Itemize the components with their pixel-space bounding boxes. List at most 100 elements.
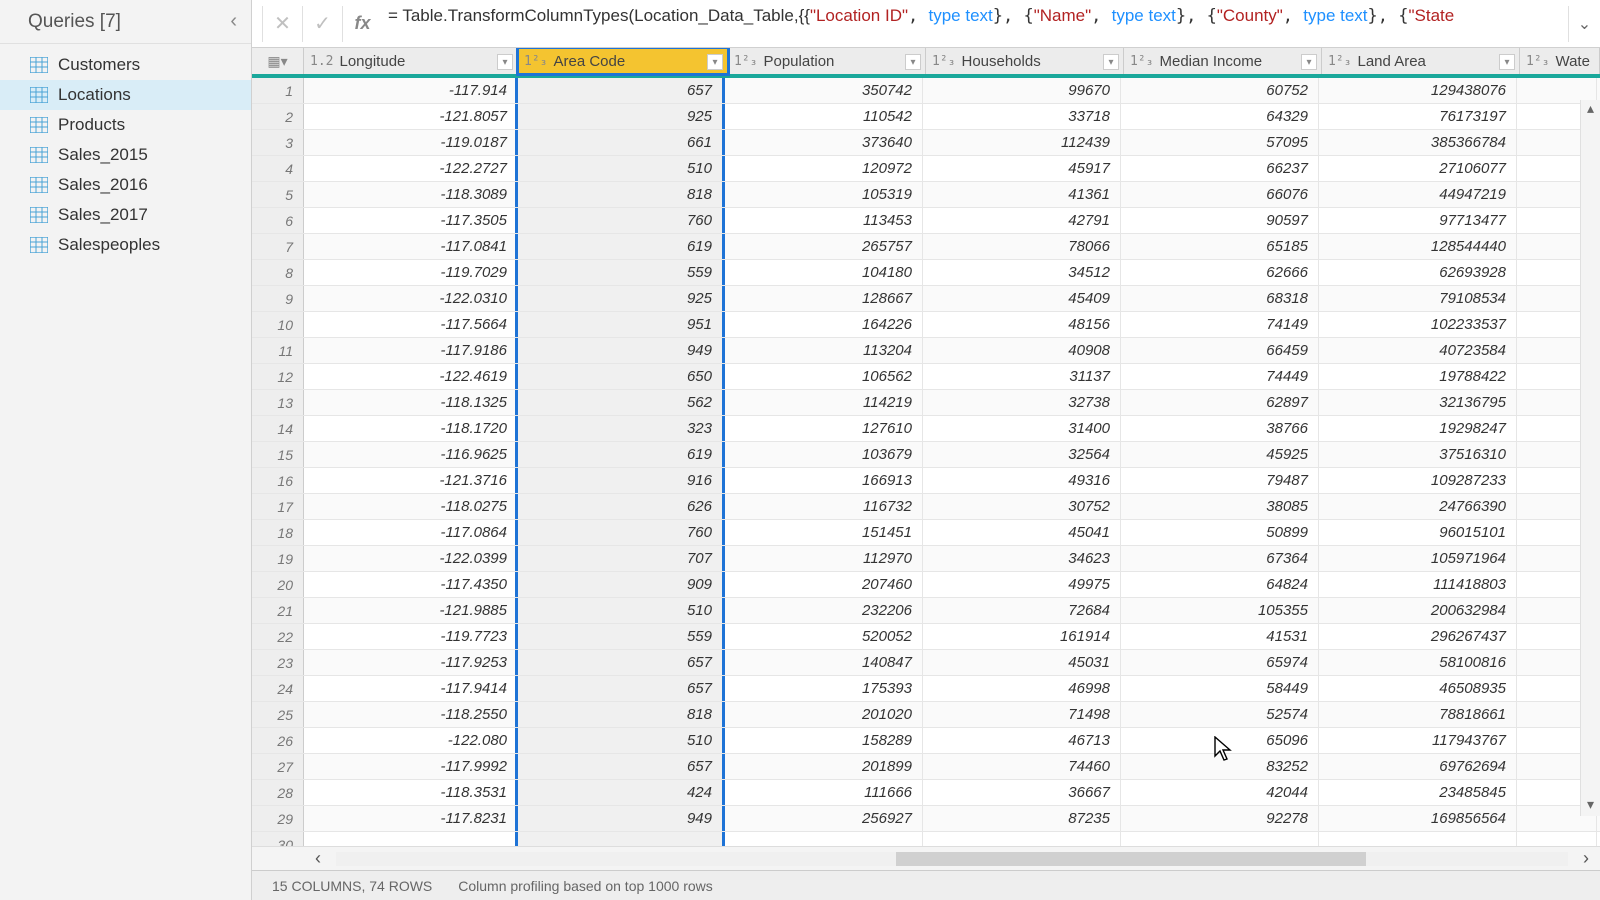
cell-median-income[interactable]: 74149	[1121, 312, 1319, 337]
table-row[interactable]: 30	[252, 832, 1600, 846]
cell-population[interactable]: 256927	[725, 806, 923, 831]
cell-longitude[interactable]: -122.0310	[304, 286, 518, 311]
cell-median-income[interactable]: 62666	[1121, 260, 1319, 285]
cell-longitude[interactable]: -117.8231	[304, 806, 518, 831]
cell-median-income[interactable]: 83252	[1121, 754, 1319, 779]
cell-households[interactable]: 74460	[923, 754, 1121, 779]
table-row[interactable]: 23-117.9253657140847450316597458100816	[252, 650, 1600, 676]
row-number[interactable]: 13	[252, 390, 304, 415]
row-number[interactable]: 10	[252, 312, 304, 337]
scroll-down-icon[interactable]: ▾	[1581, 796, 1600, 816]
cell-longitude[interactable]: -122.4619	[304, 364, 518, 389]
cell-median-income[interactable]: 60752	[1121, 78, 1319, 103]
cell-households[interactable]: 71498	[923, 702, 1121, 727]
cell-households[interactable]: 46998	[923, 676, 1121, 701]
cell-longitude[interactable]: -119.7029	[304, 260, 518, 285]
row-number[interactable]: 8	[252, 260, 304, 285]
cell-population[interactable]: 112970	[725, 546, 923, 571]
cell-longitude[interactable]: -117.914	[304, 78, 518, 103]
cell-longitude[interactable]: -122.0399	[304, 546, 518, 571]
cell-longitude[interactable]: -118.0275	[304, 494, 518, 519]
table-row[interactable]: 20-117.43509092074604997564824111418803	[252, 572, 1600, 598]
table-row[interactable]: 10-117.56649511642264815674149102233537	[252, 312, 1600, 338]
cell-area-code[interactable]: 949	[515, 806, 725, 831]
cell-longitude[interactable]: -122.2727	[304, 156, 518, 181]
cell-population[interactable]: 151451	[725, 520, 923, 545]
cell-population[interactable]: 175393	[725, 676, 923, 701]
table-row[interactable]: 4-122.2727510120972459176623727106077	[252, 156, 1600, 182]
row-number[interactable]: 9	[252, 286, 304, 311]
cell-median-income[interactable]: 38766	[1121, 416, 1319, 441]
cell-land-area[interactable]: 62693928	[1319, 260, 1517, 285]
cell-land-area[interactable]: 58100816	[1319, 650, 1517, 675]
cell-households[interactable]: 36667	[923, 780, 1121, 805]
cell-land-area[interactable]: 79108534	[1319, 286, 1517, 311]
cell-households[interactable]: 161914	[923, 624, 1121, 649]
column-header-population[interactable]: 1²₃ Population ▾	[728, 48, 926, 74]
scroll-left-icon[interactable]: ‹	[304, 848, 332, 869]
column-header-area-code[interactable]: 1²₃ Area Code ▾	[518, 48, 728, 74]
cell-median-income[interactable]: 41531	[1121, 624, 1319, 649]
cell-area-code[interactable]: 657	[515, 650, 725, 675]
table-row[interactable]: 14-118.1720323127610314003876619298247	[252, 416, 1600, 442]
cell-median-income[interactable]: 64329	[1121, 104, 1319, 129]
cell-households[interactable]: 112439	[923, 130, 1121, 155]
table-row[interactable]: 27-117.9992657201899744608325269762694	[252, 754, 1600, 780]
cell-households[interactable]: 49975	[923, 572, 1121, 597]
cell-median-income[interactable]	[1121, 832, 1319, 846]
table-row[interactable]: 22-119.772355952005216191441531296267437	[252, 624, 1600, 650]
cell-land-area[interactable]: 169856564	[1319, 806, 1517, 831]
scroll-right-icon[interactable]: ›	[1572, 848, 1600, 869]
cell-households[interactable]: 32564	[923, 442, 1121, 467]
cell-area-code[interactable]: 657	[515, 78, 725, 103]
row-number[interactable]: 1	[252, 78, 304, 103]
cell-population[interactable]: 265757	[725, 234, 923, 259]
row-number[interactable]: 12	[252, 364, 304, 389]
cell-area-code[interactable]: 510	[515, 156, 725, 181]
row-number[interactable]: 19	[252, 546, 304, 571]
cell-median-income[interactable]: 79487	[1121, 468, 1319, 493]
table-row[interactable]: 24-117.9414657175393469985844946508935	[252, 676, 1600, 702]
row-number[interactable]: 7	[252, 234, 304, 259]
query-item-salespeoples[interactable]: Salespeoples	[0, 230, 251, 260]
row-number[interactable]: 21	[252, 598, 304, 623]
cell-land-area[interactable]: 32136795	[1319, 390, 1517, 415]
cell-land-area[interactable]: 19788422	[1319, 364, 1517, 389]
cell-longitude[interactable]: -117.3505	[304, 208, 518, 233]
cell-median-income[interactable]: 66076	[1121, 182, 1319, 207]
cell-median-income[interactable]: 57095	[1121, 130, 1319, 155]
cell-longitude[interactable]: -118.1325	[304, 390, 518, 415]
cell-population[interactable]: 104180	[725, 260, 923, 285]
row-number[interactable]: 28	[252, 780, 304, 805]
filter-icon[interactable]: ▾	[497, 54, 513, 70]
cell-land-area[interactable]	[1319, 832, 1517, 846]
cell-population[interactable]: 164226	[725, 312, 923, 337]
cell-longitude[interactable]: -117.4350	[304, 572, 518, 597]
row-number[interactable]: 18	[252, 520, 304, 545]
cell-households[interactable]: 34623	[923, 546, 1121, 571]
row-number[interactable]: 2	[252, 104, 304, 129]
cell-households[interactable]: 45031	[923, 650, 1121, 675]
cell-land-area[interactable]: 128544440	[1319, 234, 1517, 259]
cell-population[interactable]: 207460	[725, 572, 923, 597]
cell-population[interactable]: 127610	[725, 416, 923, 441]
cell-land-area[interactable]: 296267437	[1319, 624, 1517, 649]
cell-longitude[interactable]: -121.9885	[304, 598, 518, 623]
cell-land-area[interactable]: 37516310	[1319, 442, 1517, 467]
column-header-water[interactable]: 1²₃ Wate	[1520, 48, 1600, 74]
cell-households[interactable]: 46713	[923, 728, 1121, 753]
cell-population[interactable]: 103679	[725, 442, 923, 467]
table-row[interactable]: 13-118.1325562114219327386289732136795	[252, 390, 1600, 416]
cell-area-code[interactable]: 925	[515, 104, 725, 129]
filter-icon[interactable]: ▾	[1301, 54, 1317, 70]
cell-water[interactable]	[1517, 832, 1597, 846]
cell-land-area[interactable]: 46508935	[1319, 676, 1517, 701]
cell-area-code[interactable]: 818	[515, 702, 725, 727]
cell-longitude[interactable]: -119.7723	[304, 624, 518, 649]
cell-median-income[interactable]: 65096	[1121, 728, 1319, 753]
cell-longitude[interactable]	[304, 832, 518, 846]
table-row[interactable]: 2-121.8057925110542337186432976173197	[252, 104, 1600, 130]
cell-median-income[interactable]: 52574	[1121, 702, 1319, 727]
table-row[interactable]: 29-117.82319492569278723592278169856564	[252, 806, 1600, 832]
cell-population[interactable]: 111666	[725, 780, 923, 805]
